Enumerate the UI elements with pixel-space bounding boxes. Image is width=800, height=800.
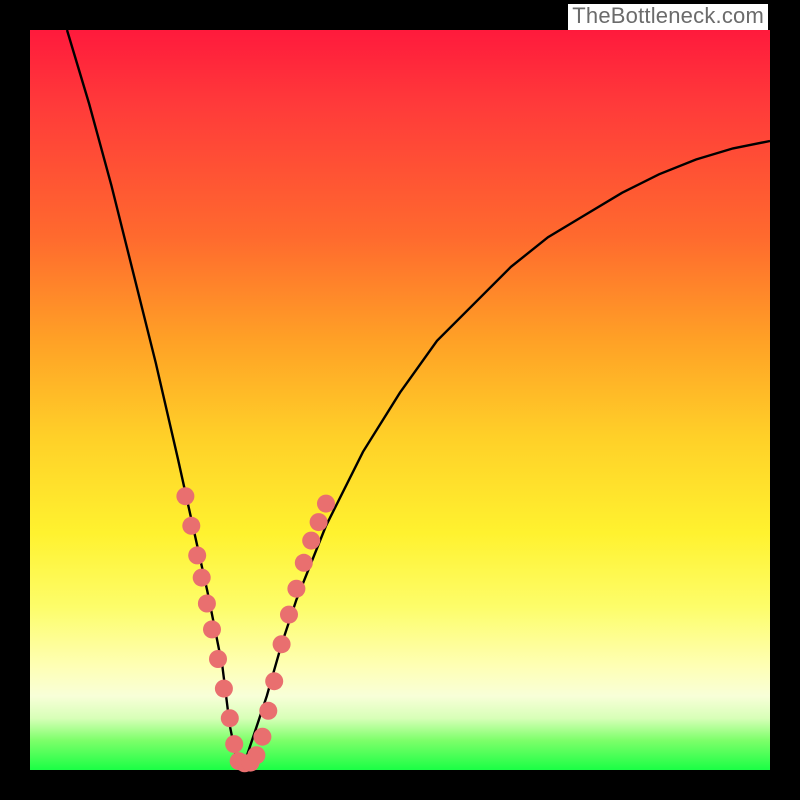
data-dot	[221, 709, 239, 727]
data-dot	[280, 606, 298, 624]
data-dot	[215, 680, 233, 698]
plot-area	[30, 30, 770, 770]
chart-frame: TheBottleneck.com	[0, 0, 800, 800]
data-dot	[302, 532, 320, 550]
data-dot	[247, 746, 265, 764]
data-dot	[209, 650, 227, 668]
data-dot	[203, 620, 221, 638]
bottleneck-curve	[67, 30, 770, 763]
data-dot	[225, 735, 243, 753]
data-dot	[317, 495, 335, 513]
data-dot	[176, 487, 194, 505]
data-dot	[310, 513, 328, 531]
data-dot	[287, 580, 305, 598]
chart-svg	[30, 30, 770, 770]
data-dot	[259, 702, 277, 720]
data-dot	[265, 672, 283, 690]
watermark-text: TheBottleneck.com	[568, 4, 768, 30]
data-dot	[182, 517, 200, 535]
data-dot	[253, 728, 271, 746]
data-dot	[273, 635, 291, 653]
data-dot	[193, 569, 211, 587]
data-dot	[295, 554, 313, 572]
data-dot	[198, 595, 216, 613]
data-dot	[188, 546, 206, 564]
